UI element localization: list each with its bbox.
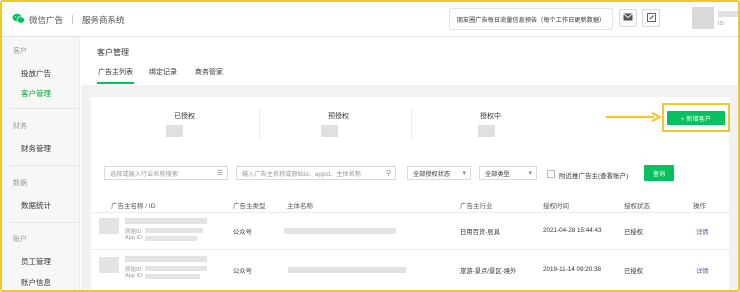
type-select[interactable]: 全部类型 ▾ <box>479 166 537 180</box>
account-id: ID: <box>718 21 726 27</box>
details-link[interactable]: 详情 <box>696 266 709 275</box>
brand-name: 微信广告 <box>29 14 64 25</box>
search-icon: ⚲ <box>385 170 391 177</box>
auth-status-select[interactable]: 全部授权状态 ▾ <box>407 166 471 180</box>
stat-value-authorized-redacted <box>166 125 183 137</box>
divider <box>72 15 74 24</box>
advertiser-type: 公众号 <box>233 229 252 236</box>
mail-icon <box>623 13 633 23</box>
app-id-label: App ID: <box>125 235 144 241</box>
avatar[interactable] <box>692 7 714 29</box>
advertiser-avatar-redacted <box>99 257 119 273</box>
industry-search-input[interactable]: 选择或输入行业名称搜索 ☰ <box>104 166 228 180</box>
auth-status-value: 全部授权状态 <box>413 170 451 178</box>
original-id-redacted <box>145 228 203 233</box>
auth-time: 2019-11-14 09:20:38 <box>543 266 602 273</box>
advertiser-avatar-redacted <box>99 218 119 234</box>
auth-status: 已授权 <box>624 268 643 275</box>
advertiser-search-input[interactable]: 输入广告主名称或原始id、appid、主体名称 ⚲ <box>236 166 396 180</box>
add-customer-button[interactable]: + 新增客户 <box>667 111 725 125</box>
sidebar-item-account-info[interactable]: 账户信息 <box>21 277 51 288</box>
app-id-label: App ID: <box>125 273 144 279</box>
query-button[interactable]: 查询 <box>644 165 674 181</box>
nearby-advertiser-label: 附近推广告主(查看账户) <box>559 173 629 180</box>
entity-name-redacted <box>288 267 406 273</box>
advertiser-search-placeholder: 输入广告主名称或原始id、appid、主体名称 <box>242 170 361 178</box>
logo[interactable]: 微信广告 服务商系统 <box>12 13 125 26</box>
sidebar-group-data: 数据 <box>13 180 27 187</box>
sidebar: 客户 投放广告 客户管理 财务 财务管理 数据 数据统计 账户 员工管理 账户信… <box>2 37 80 290</box>
arrow-annotation-icon <box>606 112 663 124</box>
edit-button[interactable] <box>642 9 660 27</box>
wechat-logo-icon <box>12 13 25 26</box>
sidebar-item-ads[interactable]: 投放广告 <box>21 68 51 79</box>
column-header-entity: 主体名称 <box>287 203 313 210</box>
auth-status: 已授权 <box>624 229 643 236</box>
sidebar-group-account: 账户 <box>13 236 27 243</box>
sidebar-group-finance: 财务 <box>13 123 27 130</box>
stat-label-pre-authorized: 预授权 <box>328 113 349 120</box>
advertiser-industry: 旅游-景点/景区-境外 <box>460 268 517 275</box>
app-window: 微信广告 服务商系统 朋友圈广告每日流量信息预告（每个工作日更新数据） ID: … <box>0 0 740 292</box>
original-id-label: 原始ID: <box>125 229 144 235</box>
sidebar-group-customer: 客户 <box>13 48 27 55</box>
tab-advertiser-list[interactable]: 广告主列表 <box>98 67 133 77</box>
stat-divider <box>411 109 412 139</box>
sidebar-divider <box>10 165 78 166</box>
account-name-redacted <box>718 11 738 17</box>
app-id-redacted <box>145 274 200 279</box>
stat-value-pre-authorized-redacted <box>321 125 338 137</box>
message-button[interactable] <box>619 9 637 27</box>
main-content: 客户管理 广告主列表 绑定记录 商务管家 已授权 预授权 授权中 + 新增客户 … <box>81 37 738 290</box>
app-id-redacted <box>145 236 197 241</box>
active-tab-indicator <box>97 82 134 84</box>
advertiser-industry: 日用百货-居具 <box>460 229 500 236</box>
chevron-down-icon: ▾ <box>462 170 466 177</box>
sidebar-item-staff[interactable]: 员工管理 <box>21 256 51 267</box>
tab-binding-records[interactable]: 绑定记录 <box>149 67 177 77</box>
entity-name-redacted <box>284 228 396 234</box>
original-id-redacted <box>145 266 207 271</box>
industry-search-placeholder: 选择或输入行业名称搜索 <box>110 170 179 178</box>
edit-icon <box>646 12 656 24</box>
table-header-divider <box>91 212 729 213</box>
page-header: 客户管理 广告主列表 绑定记录 商务管家 <box>81 37 738 85</box>
stat-label-authorized: 已授权 <box>174 113 195 120</box>
system-name: 服务商系统 <box>82 14 125 25</box>
list-icon: ☰ <box>216 170 223 177</box>
column-header-actions: 操作 <box>693 203 706 210</box>
column-header-auth-status: 授权状态 <box>624 203 650 210</box>
sidebar-item-finance-management[interactable]: 财务管理 <box>21 143 51 154</box>
nearby-advertiser-checkbox[interactable] <box>547 170 555 178</box>
stat-divider <box>259 109 260 139</box>
sidebar-item-statistics[interactable]: 数据统计 <box>21 200 51 211</box>
column-header-type: 广告主类型 <box>233 203 266 210</box>
advertiser-name-redacted <box>125 218 207 224</box>
column-header-auth-time: 授权时间 <box>543 203 569 210</box>
column-header-industry: 广告主行业 <box>460 203 493 210</box>
stat-value-authorizing-redacted <box>478 125 495 137</box>
column-header-advertiser: 广告主名称 / ID <box>111 203 156 210</box>
chevron-down-icon: ▾ <box>528 170 532 177</box>
tab-business-manager[interactable]: 商务管家 <box>195 67 223 77</box>
sidebar-divider <box>10 108 78 109</box>
stat-label-authorizing: 授权中 <box>480 113 501 120</box>
sidebar-divider <box>10 222 78 223</box>
sidebar-item-customer-management[interactable]: 客户管理 <box>21 88 51 99</box>
type-value: 全部类型 <box>485 170 510 178</box>
traffic-notice-banner[interactable]: 朋友圈广告每日流量信息预告（每个工作日更新数据） <box>449 8 613 30</box>
details-link[interactable]: 详情 <box>696 227 709 236</box>
row-divider <box>91 249 729 250</box>
advertiser-type: 公众号 <box>233 268 252 275</box>
top-bar: 微信广告 服务商系统 朋友圈广告每日流量信息预告（每个工作日更新数据） ID: <box>2 2 738 37</box>
page-title: 客户管理 <box>97 48 129 57</box>
advertiser-name-redacted <box>125 256 207 262</box>
auth-time: 2021-04-28 15:44:43 <box>543 227 602 234</box>
original-id-label: 原始ID: <box>125 267 144 273</box>
